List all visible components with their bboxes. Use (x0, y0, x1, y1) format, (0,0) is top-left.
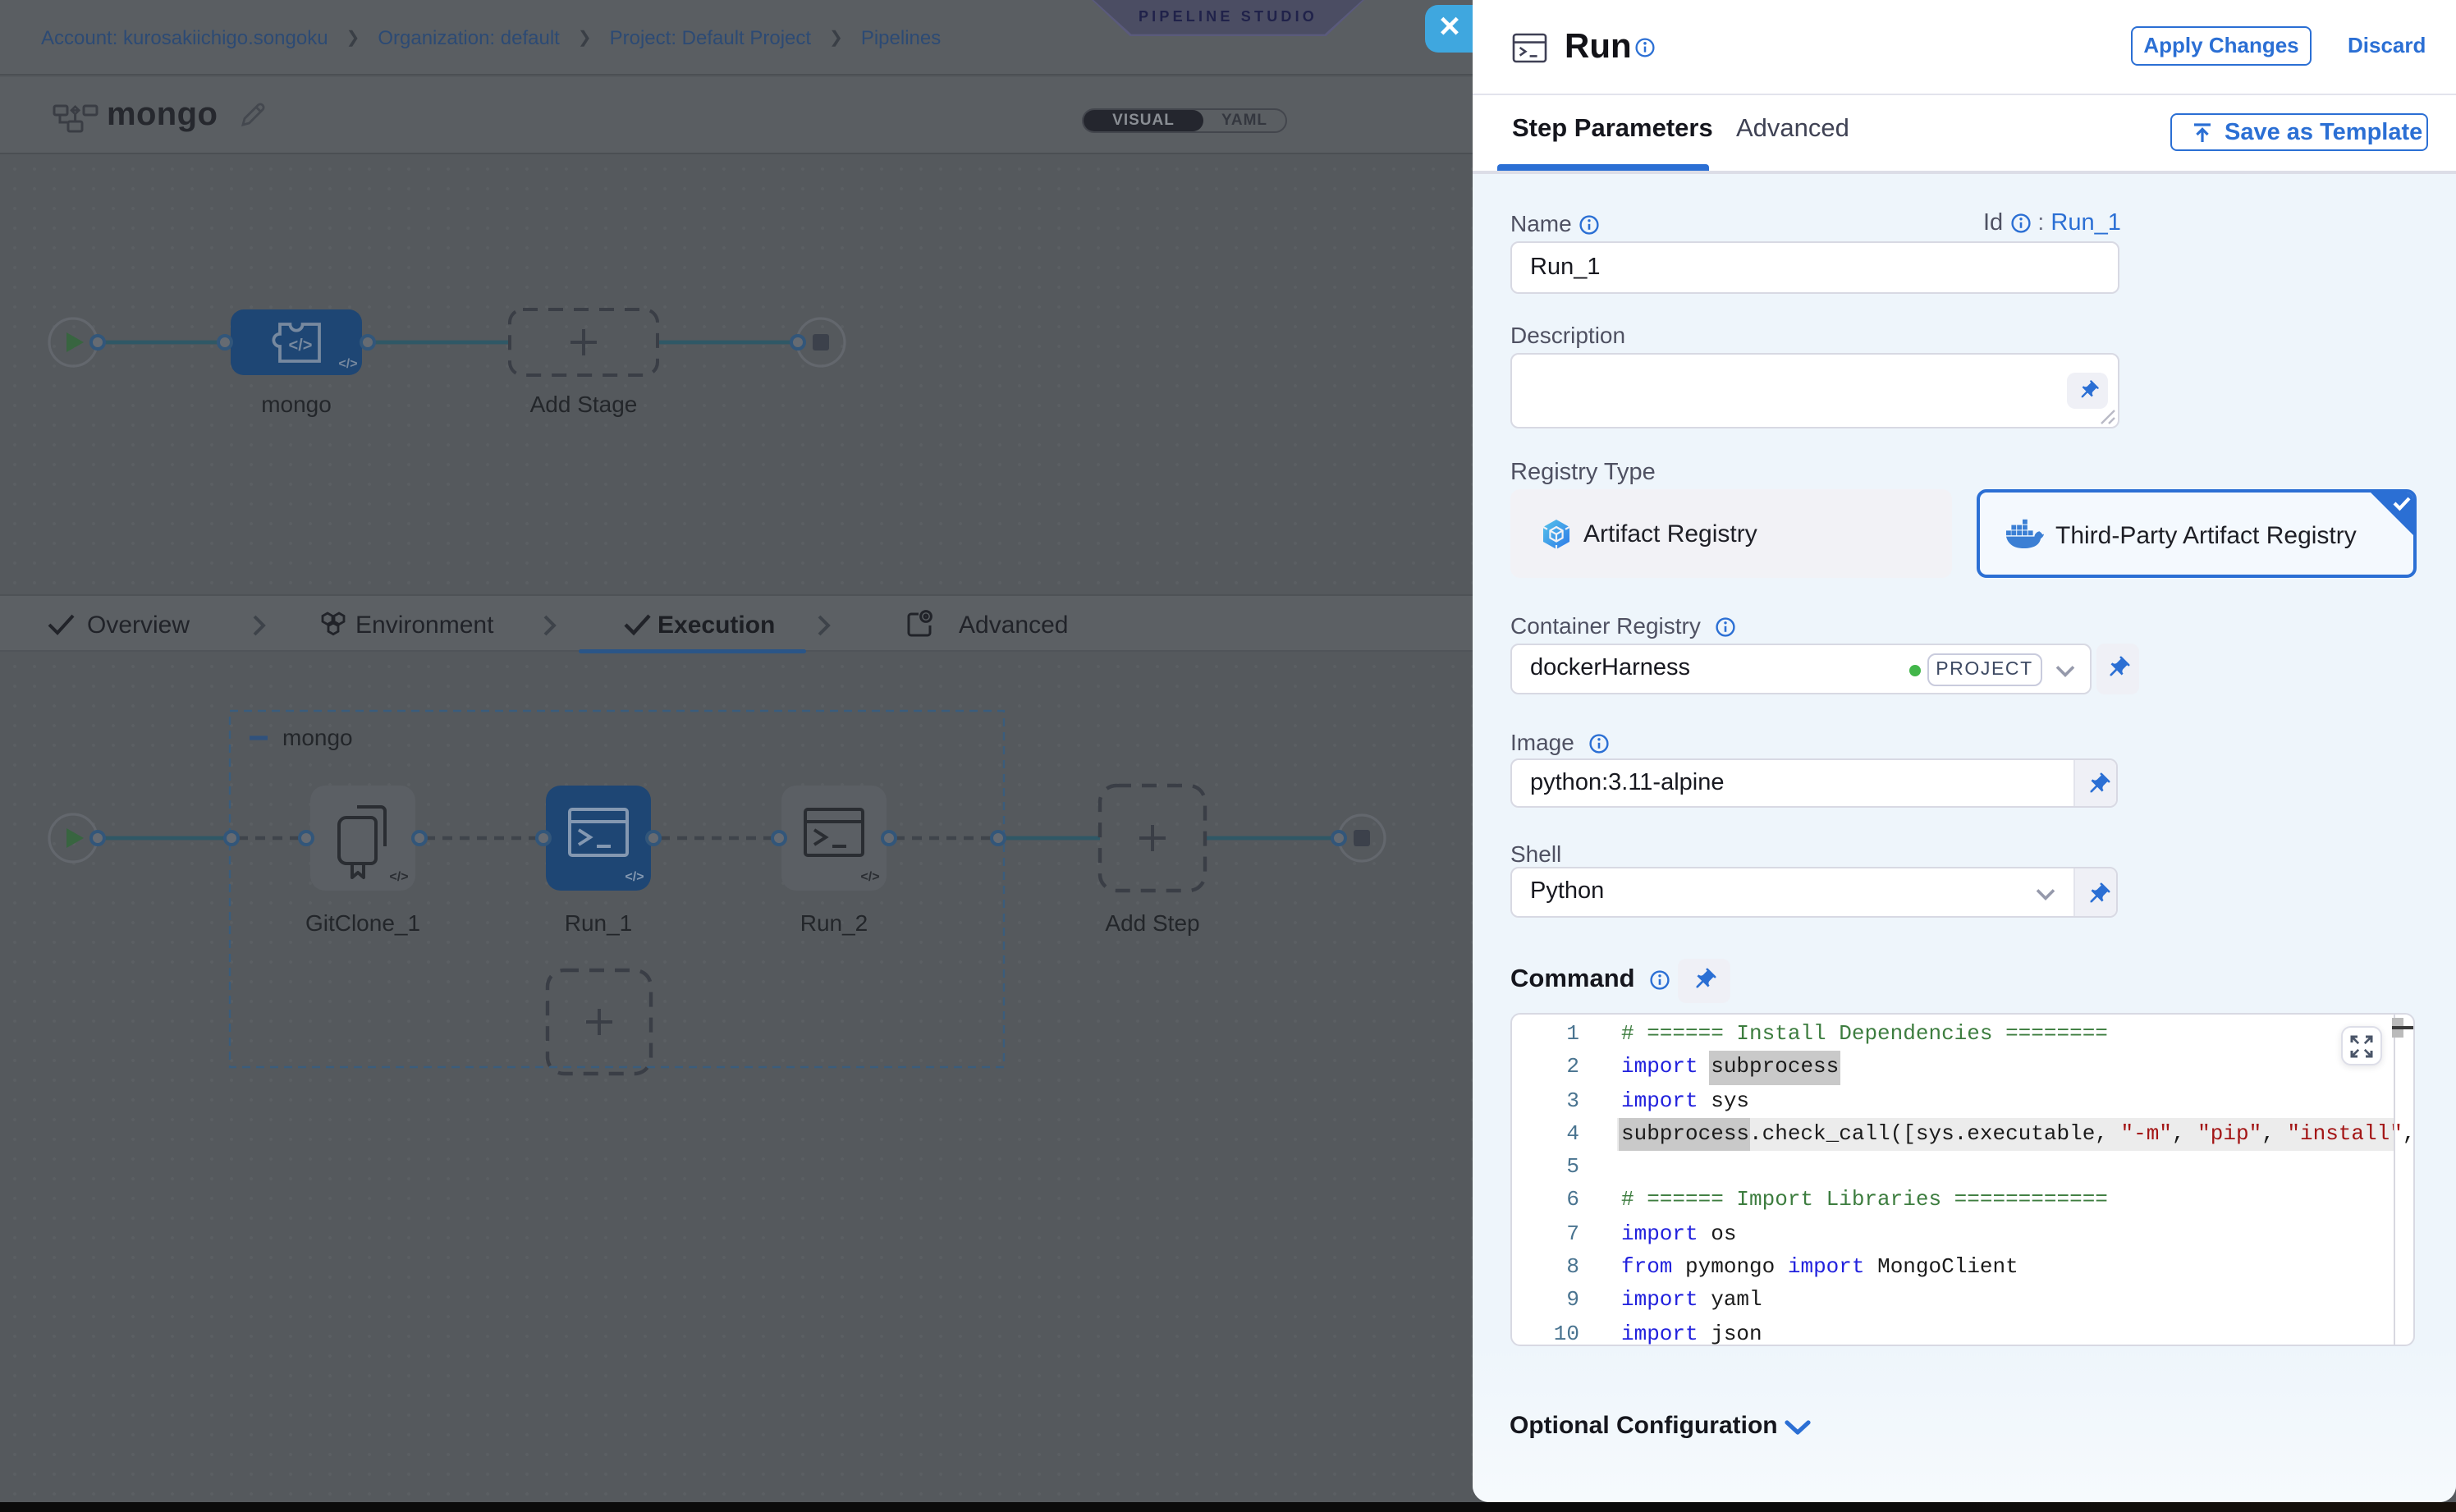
svg-text:mongo: mongo (282, 725, 353, 750)
svg-text:</>: </> (625, 870, 644, 884)
svg-text:Run_1: Run_1 (565, 910, 633, 936)
svg-text:Add Stage: Add Stage (530, 391, 638, 416)
svg-text:</>: </> (289, 336, 313, 354)
svg-text:</>: </> (389, 870, 408, 884)
svg-text:Environment: Environment (355, 611, 494, 638)
svg-text:GitClone_1: GitClone_1 (305, 910, 420, 936)
svg-text:Add Step: Add Step (1105, 910, 1199, 936)
svg-text:Run_2: Run_2 (800, 910, 868, 936)
svg-text:</>: </> (338, 356, 357, 370)
svg-text:</>: </> (860, 870, 879, 884)
svg-text:Advanced: Advanced (959, 611, 1068, 638)
svg-text:Overview: Overview (87, 611, 190, 638)
svg-text:mongo: mongo (261, 391, 332, 416)
svg-text:Execution: Execution (658, 611, 775, 638)
